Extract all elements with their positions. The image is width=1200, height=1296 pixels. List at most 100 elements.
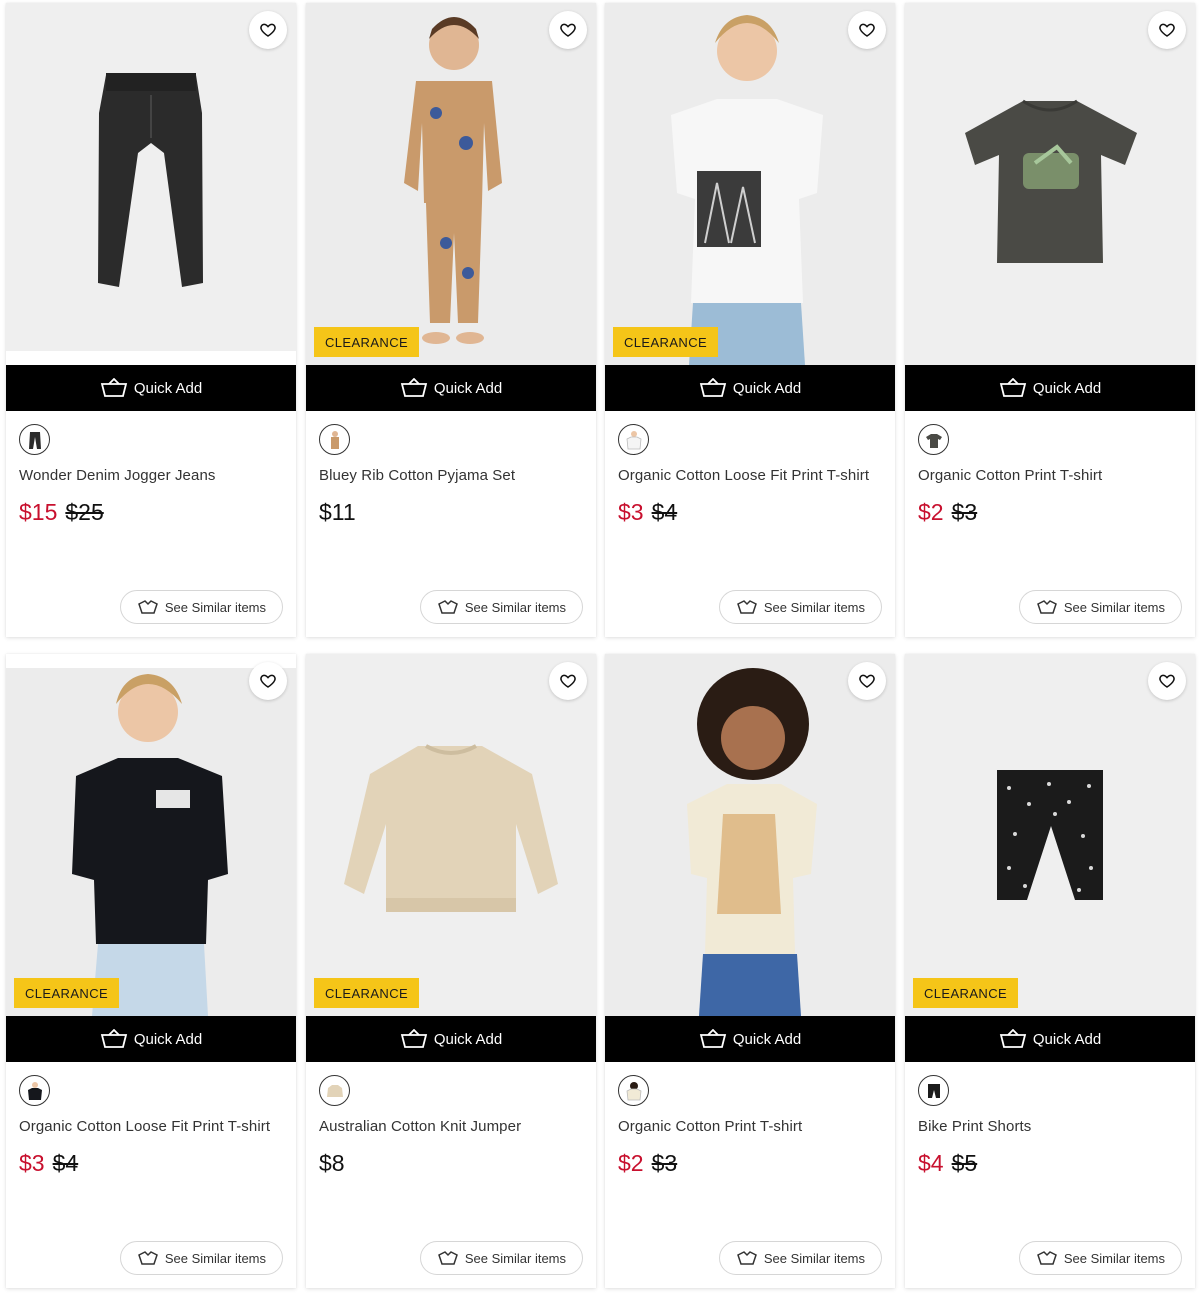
sale-price: $3 [19, 1150, 45, 1176]
price-group: $15 $25 [19, 499, 104, 526]
product-card[interactable]: CLEARANCE Quick Add Australian Cotton Kn… [306, 654, 596, 1288]
clearance-badge: CLEARANCE [613, 327, 719, 357]
product-name[interactable]: Australian Cotton Knit Jumper [319, 1118, 591, 1135]
see-similar-button[interactable]: See Similar items [119, 590, 283, 624]
heart-icon [1159, 23, 1175, 37]
shorts-swatch-icon [927, 1083, 940, 1098]
product-card[interactable]: Quick Add Organic Cotton Print T-shirt $… [605, 654, 895, 1288]
tee-swatch-icon [925, 433, 942, 448]
price-group: $4 $5 [918, 1150, 977, 1177]
product-name[interactable]: Bluey Rib Cotton Pyjama Set [319, 467, 591, 484]
see-similar-button[interactable]: See Similar items [419, 590, 583, 624]
see-similar-button[interactable]: See Similar items [1018, 1241, 1182, 1275]
favorite-button[interactable] [249, 662, 287, 700]
quick-add-button[interactable]: Quick Add [6, 1016, 296, 1062]
product-name[interactable]: Bike Print Shorts [918, 1118, 1190, 1135]
product-image[interactable] [905, 654, 1195, 1016]
original-price: $5 [951, 1150, 978, 1176]
sale-price: $3 [618, 499, 644, 525]
heart-icon [560, 23, 576, 37]
product-name[interactable]: Organic Cotton Loose Fit Print T-shirt [618, 467, 890, 484]
clearance-badge: CLEARANCE [913, 978, 1019, 1008]
product-name[interactable]: Organic Cotton Print T-shirt [918, 467, 1190, 484]
product-image[interactable] [905, 3, 1195, 365]
product-image[interactable] [6, 654, 296, 1016]
tee-swatch-icon [626, 430, 641, 449]
see-similar-label: See Similar items [763, 1250, 865, 1266]
product-name[interactable]: Organic Cotton Print T-shirt [618, 1118, 890, 1135]
product-card[interactable]: CLEARANCE Quick Add Organic Cotton Loose… [605, 3, 895, 637]
favorite-button[interactable] [848, 662, 886, 700]
see-similar-button[interactable]: See Similar items [718, 1241, 882, 1275]
see-similar-label: See Similar items [763, 599, 865, 615]
color-swatch[interactable] [319, 424, 350, 455]
see-similar-button[interactable]: See Similar items [419, 1241, 583, 1275]
jeans-swatch-icon [28, 431, 41, 449]
price-group: $3 $4 [19, 1150, 78, 1177]
clearance-badge: CLEARANCE [314, 327, 420, 357]
color-swatch[interactable] [319, 1075, 350, 1106]
sale-price: $15 [19, 499, 58, 525]
see-similar-label: See Similar items [1063, 1250, 1165, 1266]
quick-add-button[interactable]: Quick Add [605, 365, 895, 411]
favorite-button[interactable] [549, 11, 587, 49]
price-group: $2 $3 [918, 499, 977, 526]
quick-add-label: Quick Add [133, 1030, 203, 1048]
hanger-icon [736, 1251, 757, 1265]
product-image[interactable] [306, 3, 596, 365]
see-similar-button[interactable]: See Similar items [718, 590, 882, 624]
product-image[interactable] [306, 654, 596, 1016]
see-similar-button[interactable]: See Similar items [1018, 590, 1182, 624]
quick-add-label: Quick Add [133, 379, 203, 397]
favorite-button[interactable] [549, 662, 587, 700]
quick-add-button[interactable]: Quick Add [6, 365, 296, 411]
quick-add-label: Quick Add [1032, 1030, 1102, 1048]
quick-add-button[interactable]: Quick Add [905, 365, 1195, 411]
quick-add-button[interactable]: Quick Add [306, 365, 596, 411]
product-image[interactable] [605, 654, 895, 1016]
product-card[interactable]: Quick Add Wonder Denim Jogger Jeans $15 … [6, 3, 296, 637]
product-card[interactable]: CLEARANCE Quick Add Bike Print Shorts $4… [905, 654, 1195, 1288]
favorite-button[interactable] [1148, 662, 1186, 700]
hanger-icon [1036, 600, 1057, 614]
product-image[interactable] [6, 3, 296, 365]
see-similar-label: See Similar items [164, 599, 266, 615]
favorite-button[interactable] [1148, 11, 1186, 49]
quick-add-button[interactable]: Quick Add [306, 1016, 596, 1062]
product-card[interactable]: CLEARANCE Quick Add Bluey Rib Cotton Pyj… [306, 3, 596, 637]
original-price: $25 [65, 499, 104, 525]
price-group: $2 $3 [618, 1150, 677, 1177]
quick-add-label: Quick Add [1032, 379, 1102, 397]
color-swatch[interactable] [918, 424, 949, 455]
quick-add-button[interactable]: Quick Add [905, 1016, 1195, 1062]
color-swatch[interactable] [618, 424, 649, 455]
favorite-button[interactable] [249, 11, 287, 49]
product-card[interactable]: Quick Add Organic Cotton Print T-shirt $… [905, 3, 1195, 637]
price: $11 [319, 499, 356, 525]
color-swatch[interactable] [19, 424, 50, 455]
quick-add-label: Quick Add [732, 1030, 802, 1048]
heart-icon [260, 674, 276, 688]
product-image[interactable] [605, 3, 895, 365]
color-swatch[interactable] [19, 1075, 50, 1106]
color-swatch[interactable] [918, 1075, 949, 1106]
hanger-icon [437, 1251, 458, 1265]
quick-add-button[interactable]: Quick Add [605, 1016, 895, 1062]
product-name[interactable]: Organic Cotton Loose Fit Print T-shirt [19, 1118, 291, 1135]
hanger-icon [1036, 1251, 1057, 1265]
see-similar-button[interactable]: See Similar items [119, 1241, 283, 1275]
basket-icon [100, 378, 127, 397]
color-swatch[interactable] [618, 1075, 649, 1106]
hanger-icon [437, 600, 458, 614]
price-group: $8 [319, 1150, 345, 1177]
original-price: $4 [52, 1150, 79, 1176]
product-name[interactable]: Wonder Denim Jogger Jeans [19, 467, 291, 484]
sale-price: $4 [918, 1150, 944, 1176]
favorite-button[interactable] [848, 11, 886, 49]
see-similar-label: See Similar items [464, 599, 566, 615]
product-card[interactable]: CLEARANCE Quick Add Organic Cotton Loose… [6, 654, 296, 1288]
quick-add-label: Quick Add [433, 1030, 503, 1048]
price-group: $3 $4 [618, 499, 677, 526]
jumper-swatch-icon [326, 1084, 343, 1097]
basket-icon [100, 1029, 127, 1048]
